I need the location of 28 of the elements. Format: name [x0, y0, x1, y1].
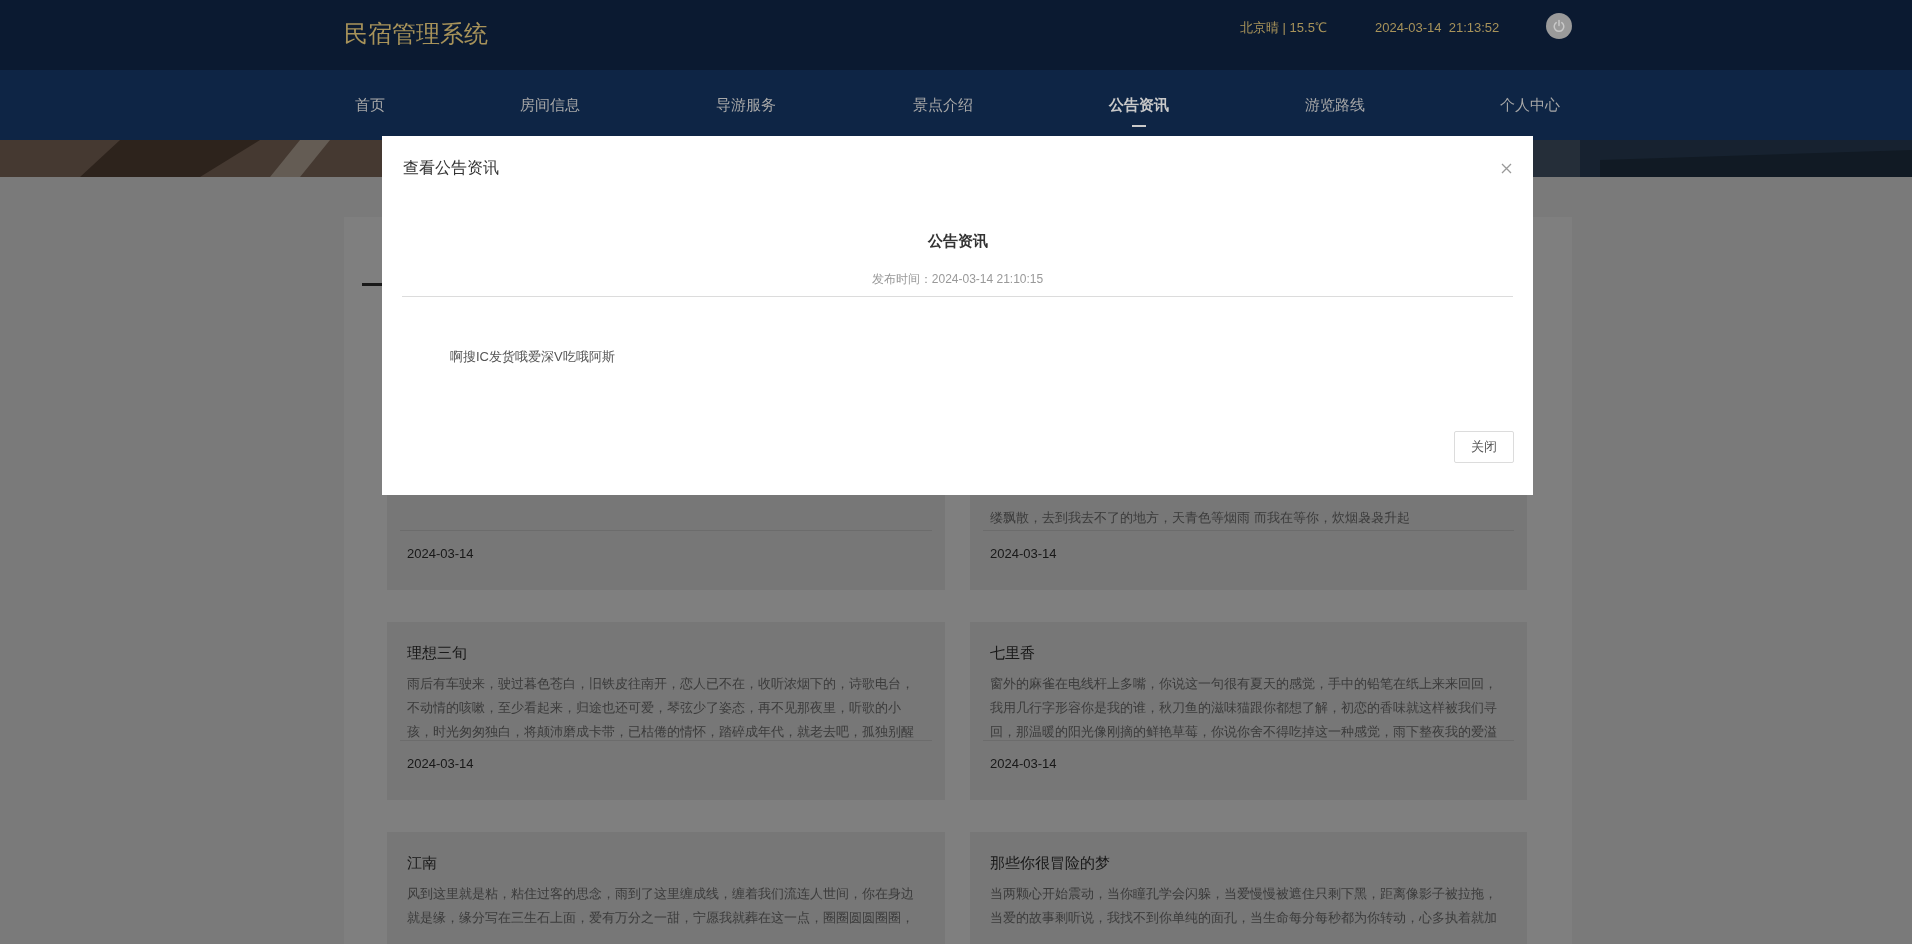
- weather-text: 北京晴 | 15.5℃: [1240, 19, 1327, 37]
- nav-link[interactable]: 导游服务: [716, 93, 776, 117]
- close-button[interactable]: [1499, 161, 1513, 175]
- notice-content: 啊搜IC发货哦爱深V吃哦阿斯: [450, 348, 616, 366]
- card-title: 那些你很冒险的梦: [990, 853, 1111, 873]
- close-dialog-button[interactable]: 关闭: [1454, 431, 1514, 463]
- publish-time: 发布时间：2024-03-14 21:10:15: [871, 271, 1044, 288]
- card-date: 2024-03-14: [990, 756, 1057, 771]
- modal-title: 查看公告资讯: [403, 158, 499, 178]
- power-button[interactable]: [1546, 13, 1572, 39]
- nav-link[interactable]: 公告资讯: [1109, 93, 1169, 117]
- card-date: 2024-03-14: [407, 546, 474, 561]
- site-title: 民宿管理系统: [344, 19, 488, 49]
- card-date: 2024-03-14: [407, 756, 474, 771]
- card-title: 七里香: [990, 643, 1036, 663]
- nav-link[interactable]: 游览路线: [1305, 93, 1365, 117]
- nav-link[interactable]: 首页: [355, 93, 385, 117]
- notice-heading: 公告资讯: [927, 231, 988, 251]
- date-time: 2024-03-14 21:13:52: [1375, 19, 1500, 37]
- close-icon: [1500, 162, 1512, 174]
- card-title: 江南: [407, 853, 438, 873]
- card-date: 2024-03-14: [990, 546, 1057, 561]
- nav-link[interactable]: 个人中心: [1500, 93, 1560, 117]
- nav-link[interactable]: 房间信息: [520, 93, 580, 117]
- nav-link[interactable]: 景点介绍: [913, 93, 973, 117]
- card-title: 理想三旬: [407, 643, 468, 663]
- power-icon: [1552, 19, 1566, 33]
- active-indicator: [1132, 125, 1146, 127]
